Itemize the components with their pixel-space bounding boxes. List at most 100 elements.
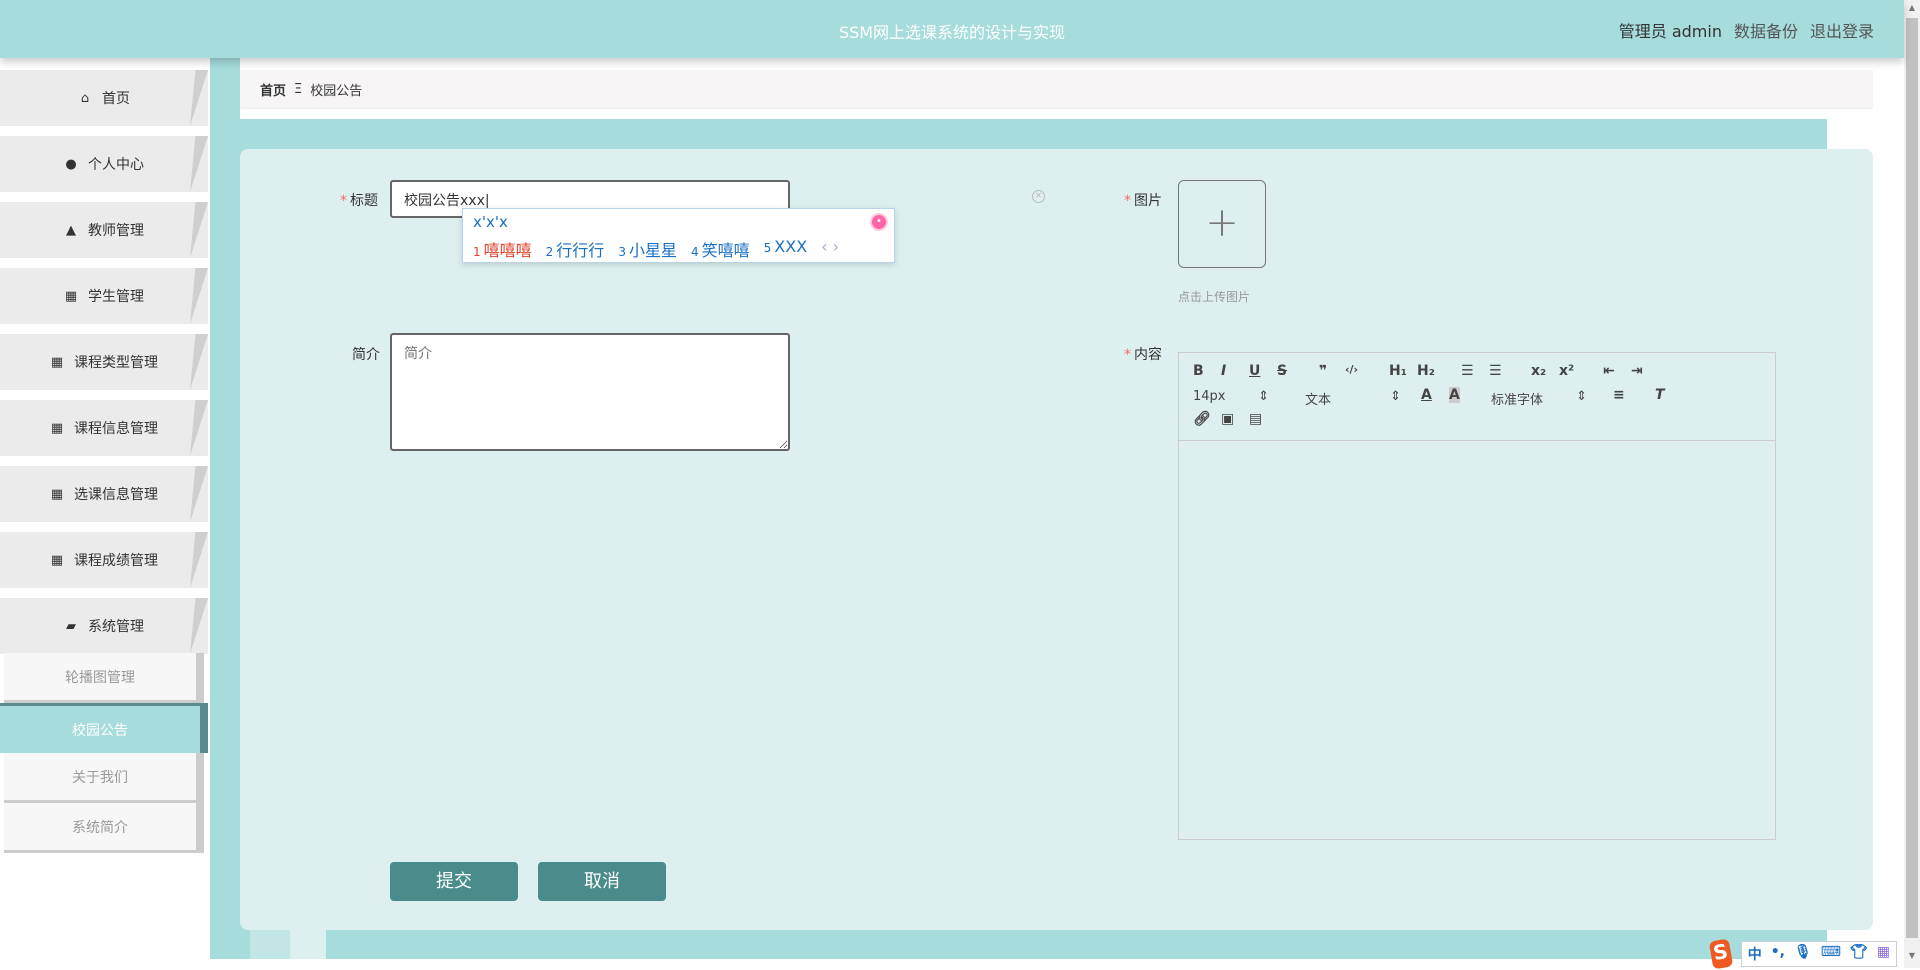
sogou-logo-icon[interactable]: S [1708, 938, 1733, 970]
sidebar-item-label: 课程信息管理 [74, 421, 158, 437]
bullet-list-icon[interactable]: ☰ [1489, 363, 1502, 379]
ime-mode-toggle[interactable]: 中 [1748, 944, 1762, 964]
intro-textarea[interactable] [390, 333, 790, 451]
toolbox-icon[interactable]: ▦ [1877, 944, 1890, 964]
logout-link[interactable]: 退出登录 [1810, 18, 1874, 42]
decor-block [250, 930, 290, 959]
intro-label: 简介 [352, 347, 380, 363]
sidebar-item[interactable]: ▦ 课程类型管理 [0, 334, 208, 390]
font-size-select[interactable]: 14px ⇕ [1193, 389, 1283, 404]
candidate-text: 笑嘻嘻 [701, 241, 750, 260]
sidebar-item[interactable]: ▲ 教师管理 [0, 202, 208, 258]
image-icon[interactable]: ▣ [1221, 411, 1234, 427]
superscript-icon[interactable]: x² [1559, 363, 1574, 379]
editor-toolbar: B I U S ❞ ‹/› H₁ H₂ ☰ ☰ x₂ x² ⇤ ⇥ 14px ⇕ … [1179, 353, 1775, 441]
submenu-item[interactable]: 校园公告 [0, 703, 208, 753]
grid-icon: ▦ [50, 354, 64, 370]
ime-candidate[interactable]: 5 XXX [764, 237, 808, 261]
sidebar-item-label: 学生管理 [88, 289, 144, 305]
top-header: SSM网上选课系统的设计与实现 管理员 admin 数据备份 退出登录 [0, 0, 1904, 58]
clear-icon[interactable]: × [1032, 190, 1045, 203]
grid-icon: ▦ [64, 288, 78, 304]
grid-icon: ▦ [50, 552, 64, 568]
scrollbar-thumb[interactable] [1906, 18, 1918, 938]
sidebar-item[interactable]: ▦ 选课信息管理 [0, 466, 208, 522]
candidate-text: 行行行 [556, 241, 605, 260]
italic-icon[interactable]: I [1221, 363, 1226, 379]
code-block-icon[interactable]: ‹/› [1345, 363, 1358, 376]
scroll-down-icon[interactable]: ▼ [1904, 948, 1920, 964]
skin-icon[interactable]: 👕︎ [1850, 944, 1868, 964]
candidate-text: 嘻嘻嘻 [483, 241, 532, 260]
ime-candidates: 1 嘻嘻嘻 2 行行行 3 小星星 4 笑嘻嘻 5 XXX ‹ › [473, 237, 839, 261]
home-icon: ⌂ [80, 90, 90, 106]
sidebar-item[interactable]: ▦ 学生管理 [0, 268, 208, 324]
ime-composition: x'x'x [473, 213, 508, 231]
submenu-item[interactable]: 轮播图管理 [4, 653, 204, 703]
sidebar-item-label: 系统管理 [88, 619, 144, 635]
ime-candidate[interactable]: 3 小星星 [618, 237, 677, 261]
editor-content-area[interactable] [1179, 442, 1775, 839]
grid-icon: ▦ [50, 420, 64, 436]
header-select[interactable]: 文本 ⇕ [1305, 389, 1415, 408]
blockquote-icon[interactable]: ❞ [1319, 363, 1327, 379]
candidate-text: XXX [774, 237, 808, 256]
candidate-number: 4 [690, 245, 699, 259]
microphone-icon[interactable]: 🎙︎ [1794, 944, 1812, 964]
breadcrumb-home[interactable]: 首页 [260, 80, 286, 99]
wallet-icon: ▰ [66, 618, 76, 634]
ime-candidate[interactable]: 4 笑嘻嘻 [691, 237, 750, 261]
submit-button[interactable]: 提交 [390, 862, 518, 901]
scrollbar[interactable]: ▲ ▼ [1904, 0, 1920, 968]
ime-skin-icon[interactable]: • [870, 213, 888, 231]
h1-icon[interactable]: H₁ [1389, 363, 1407, 379]
font-color-icon[interactable]: A [1421, 387, 1432, 403]
sidebar-item-label: 个人中心 [88, 157, 144, 173]
sidebar-item[interactable]: ● 个人中心 [0, 136, 208, 192]
bold-icon[interactable]: B [1193, 363, 1204, 379]
sidebar-item[interactable]: ▰ 系统管理 [0, 598, 208, 654]
video-icon[interactable]: ▤ [1249, 411, 1262, 427]
submenu-item[interactable]: 关于我们 [4, 753, 204, 803]
ime-page-nav[interactable]: ‹ › [821, 237, 839, 261]
image-upload-button[interactable]: + [1178, 180, 1266, 268]
clear-format-icon[interactable]: T [1655, 387, 1665, 403]
sidebar-item[interactable]: ▦ 课程成绩管理 [0, 532, 208, 588]
sidebar-item[interactable]: ⌂ 首页 [0, 70, 208, 126]
ime-candidate[interactable]: 2 行行行 [546, 237, 605, 261]
indent-icon[interactable]: ⇥ [1631, 363, 1643, 379]
candidate-number: 1 [473, 245, 481, 259]
underline-icon[interactable]: U [1249, 363, 1260, 379]
submenu-item[interactable]: 系统简介 [4, 803, 204, 853]
breadcrumb: 首页 Ξ 校园公告 [240, 70, 1873, 109]
rich-text-editor: B I U S ❞ ‹/› H₁ H₂ ☰ ☰ x₂ x² ⇤ ⇥ 14px ⇕ … [1178, 352, 1776, 840]
h2-icon[interactable]: H₂ [1417, 363, 1435, 379]
strike-icon[interactable]: S [1277, 363, 1287, 379]
ordered-list-icon[interactable]: ☰ [1461, 363, 1474, 379]
keyboard-icon[interactable]: ⌨ [1821, 944, 1841, 964]
font-family-select[interactable]: 标准字体 ⇕ [1491, 389, 1601, 408]
sidebar-item-label: 课程成绩管理 [74, 553, 158, 569]
decor-block [290, 930, 326, 959]
align-icon[interactable]: ≡ [1613, 387, 1625, 403]
ime-candidate[interactable]: 1 嘻嘻嘻 [473, 237, 532, 261]
sidebar-item[interactable]: ▦ 课程信息管理 [0, 400, 208, 456]
user-icon: ● [65, 156, 77, 172]
backup-link[interactable]: 数据备份 [1734, 18, 1798, 42]
candidate-number: 5 [763, 241, 772, 255]
background-color-icon[interactable]: A [1449, 387, 1460, 403]
ime-status-bar: S 中 •, 🎙︎ ⌨ 👕︎ ▦ [1708, 938, 1897, 970]
breadcrumb-current: 校园公告 [310, 83, 363, 99]
subscript-icon[interactable]: x₂ [1531, 363, 1546, 379]
breadcrumb-separator: Ξ [294, 81, 303, 97]
scroll-up-icon[interactable]: ▲ [1904, 0, 1920, 16]
punctuation-icon[interactable]: •, [1771, 944, 1785, 964]
cancel-button[interactable]: 取消 [538, 862, 666, 901]
ime-candidate-popup: x'x'x 1 嘻嘻嘻 2 行行行 3 小星星 4 笑嘻嘻 5 XXX ‹ › • [462, 208, 895, 263]
sidebar-item-label: 首页 [102, 91, 130, 107]
link-icon[interactable]: 🔗︎ [1193, 411, 1211, 427]
upload-tip: 点击上传图片 [1178, 290, 1251, 304]
grid-icon: ▦ [50, 486, 64, 502]
outdent-icon[interactable]: ⇤ [1603, 363, 1615, 379]
sidebar-item-label: 选课信息管理 [74, 487, 158, 503]
